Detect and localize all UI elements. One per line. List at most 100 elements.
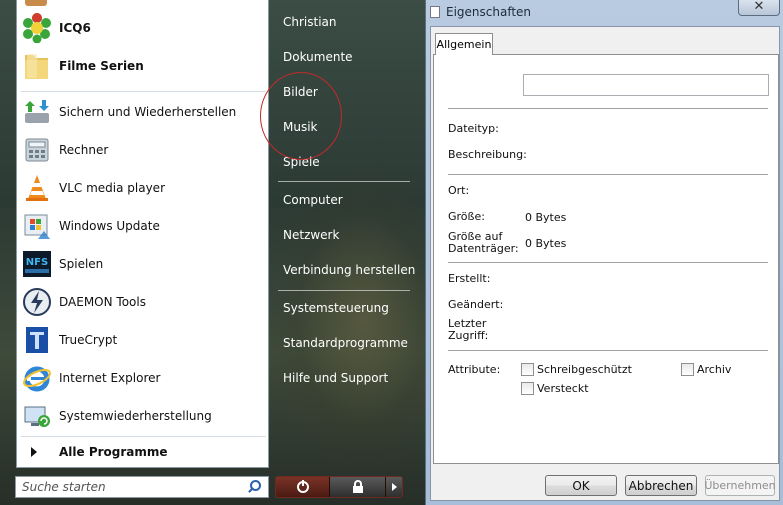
lock-button[interactable]: [330, 477, 386, 497]
archive-label: Archiv: [697, 363, 732, 376]
recent-item-label: Systemwiederherstellung: [59, 409, 212, 423]
section-separator: [448, 108, 768, 109]
start-link-help[interactable]: Hilfe und Support: [283, 367, 388, 389]
archive-checkbox-row[interactable]: Archiv: [681, 363, 731, 376]
recent-item-calculator[interactable]: Rechner: [21, 132, 266, 168]
ok-button[interactable]: OK: [545, 475, 617, 496]
attributes-label: Attribute:: [448, 363, 501, 376]
power-options-button[interactable]: [386, 477, 402, 497]
lock-icon: [352, 479, 363, 493]
start-link-user[interactable]: Christian: [283, 11, 337, 33]
daemon-tools-icon: [21, 286, 53, 318]
right-separator: [278, 290, 410, 291]
chevron-right-icon: [31, 447, 37, 457]
calculator-icon: [21, 134, 53, 166]
pinned-item-filme-serien[interactable]: Filme Serien: [21, 48, 266, 84]
start-link-network[interactable]: Netzwerk: [283, 224, 339, 246]
properties-dialog: Eigenschaften ✕ Allgemein Dateityp: Besc…: [425, 0, 783, 505]
cancel-button[interactable]: Abbrechen: [625, 475, 697, 496]
all-programs-button[interactable]: Alle Programme: [21, 438, 266, 466]
description-label: Beschreibung:: [448, 148, 527, 161]
shutdown-button[interactable]: [276, 477, 330, 497]
recent-item-label: DAEMON Tools: [59, 295, 146, 309]
truecrypt-icon: [21, 324, 53, 356]
file-name-field[interactable]: [523, 74, 769, 96]
start-menu: ICQ6 Filme Serien Sichern und Wiederhers…: [0, 0, 425, 505]
windows-update-icon: [21, 210, 53, 242]
recent-item-label: Spielen: [59, 257, 104, 271]
pinned-item-label: Filme Serien: [59, 59, 144, 73]
created-label: Erstellt:: [448, 272, 491, 285]
backup-restore-icon: [21, 96, 53, 128]
close-icon: ✕: [753, 0, 765, 14]
tab-general[interactable]: Allgemein: [435, 33, 493, 55]
close-button[interactable]: ✕: [738, 0, 780, 16]
power-icon: [296, 480, 309, 493]
all-programs-label: Alle Programme: [59, 445, 168, 459]
recent-item-system-restore[interactable]: Systemwiederherstellung: [21, 398, 266, 434]
tab-general-page: Dateityp: Beschreibung: Ort: Größe: 0 By…: [433, 54, 779, 464]
start-search-box[interactable]: [15, 476, 269, 498]
archive-checkbox[interactable]: [681, 363, 694, 376]
start-link-computer[interactable]: Computer: [283, 189, 343, 211]
recent-item-windows-update[interactable]: Windows Update: [21, 208, 266, 244]
recent-item-label: Internet Explorer: [59, 371, 161, 385]
pinned-item-label: ICQ6: [59, 21, 91, 35]
size-label: Größe:: [448, 210, 485, 223]
size-value: 0 Bytes: [525, 211, 567, 224]
chevron-right-icon: [391, 483, 397, 491]
readonly-checkbox-row[interactable]: Schreibgeschützt: [521, 363, 632, 376]
recent-item-daemon-tools[interactable]: DAEMON Tools: [21, 284, 266, 320]
size-on-disk-label-line2: Datenträger:: [448, 242, 519, 255]
dialog-titlebar[interactable]: Eigenschaften ✕: [426, 0, 783, 24]
accessed-label-line2: Zugriff:: [448, 329, 489, 342]
recent-item-label: Windows Update: [59, 219, 160, 233]
readonly-checkbox[interactable]: [521, 363, 534, 376]
section-separator: [448, 174, 768, 175]
search-icon[interactable]: [245, 479, 261, 495]
recent-item-backup[interactable]: Sichern und Wiederherstellen: [21, 94, 266, 130]
internet-explorer-icon: [21, 362, 53, 394]
folder-icon: [21, 50, 53, 82]
start-link-connect[interactable]: Verbindung herstellen: [283, 259, 415, 281]
location-label: Ort:: [448, 184, 470, 197]
size-on-disk-label: Größe auf Datenträger:: [448, 231, 519, 255]
vlc-cone-icon: [21, 172, 53, 204]
all-programs-separator: [21, 436, 266, 437]
apply-button[interactable]: Übernehmen: [704, 475, 776, 496]
annotation-circle: [260, 72, 342, 160]
start-link-documents[interactable]: Dokumente: [283, 46, 353, 68]
recent-item-label: Rechner: [59, 143, 109, 157]
section-separator: [448, 262, 768, 263]
pinned-separator: [21, 91, 266, 92]
start-link-default-programs[interactable]: Standardprogramme: [283, 332, 408, 354]
right-separator: [278, 181, 410, 182]
recent-item-vlc[interactable]: VLC media player: [21, 170, 266, 206]
partial-app-icon: [25, 0, 47, 6]
icq-flower-icon: [21, 12, 53, 44]
recent-item-label: Sichern und Wiederherstellen: [59, 105, 237, 119]
recent-item-games[interactable]: NFS Spielen: [21, 246, 266, 282]
file-type-label: Dateityp:: [448, 122, 499, 135]
dialog-title: Eigenschaften: [446, 5, 532, 19]
hidden-checkbox-row[interactable]: Versteckt: [521, 382, 589, 395]
hidden-label: Versteckt: [537, 382, 589, 395]
document-icon: [430, 6, 440, 18]
hidden-checkbox[interactable]: [521, 382, 534, 395]
section-separator: [448, 350, 768, 351]
recent-item-truecrypt[interactable]: TrueCrypt: [21, 322, 266, 358]
accessed-label: Letzter Zugriff:: [448, 318, 488, 342]
svg-text:NFS: NFS: [26, 257, 48, 268]
start-menu-programs-pane: ICQ6 Filme Serien Sichern und Wiederhers…: [16, 0, 269, 468]
readonly-label: Schreibgeschützt: [537, 363, 632, 376]
power-controls: [275, 476, 403, 498]
dialog-body: Allgemein Dateityp: Beschreibung: Ort: G…: [430, 26, 780, 501]
size-on-disk-value: 0 Bytes: [525, 237, 567, 250]
recent-item-label: TrueCrypt: [59, 333, 118, 347]
start-link-control-panel[interactable]: Systemsteuerung: [283, 297, 389, 319]
nfs-game-icon: NFS: [21, 248, 53, 280]
pinned-item-icq[interactable]: ICQ6: [21, 10, 266, 46]
start-search-input[interactable]: [16, 478, 241, 496]
recent-item-internet-explorer[interactable]: Internet Explorer: [21, 360, 266, 396]
modified-label: Geändert:: [448, 298, 504, 311]
